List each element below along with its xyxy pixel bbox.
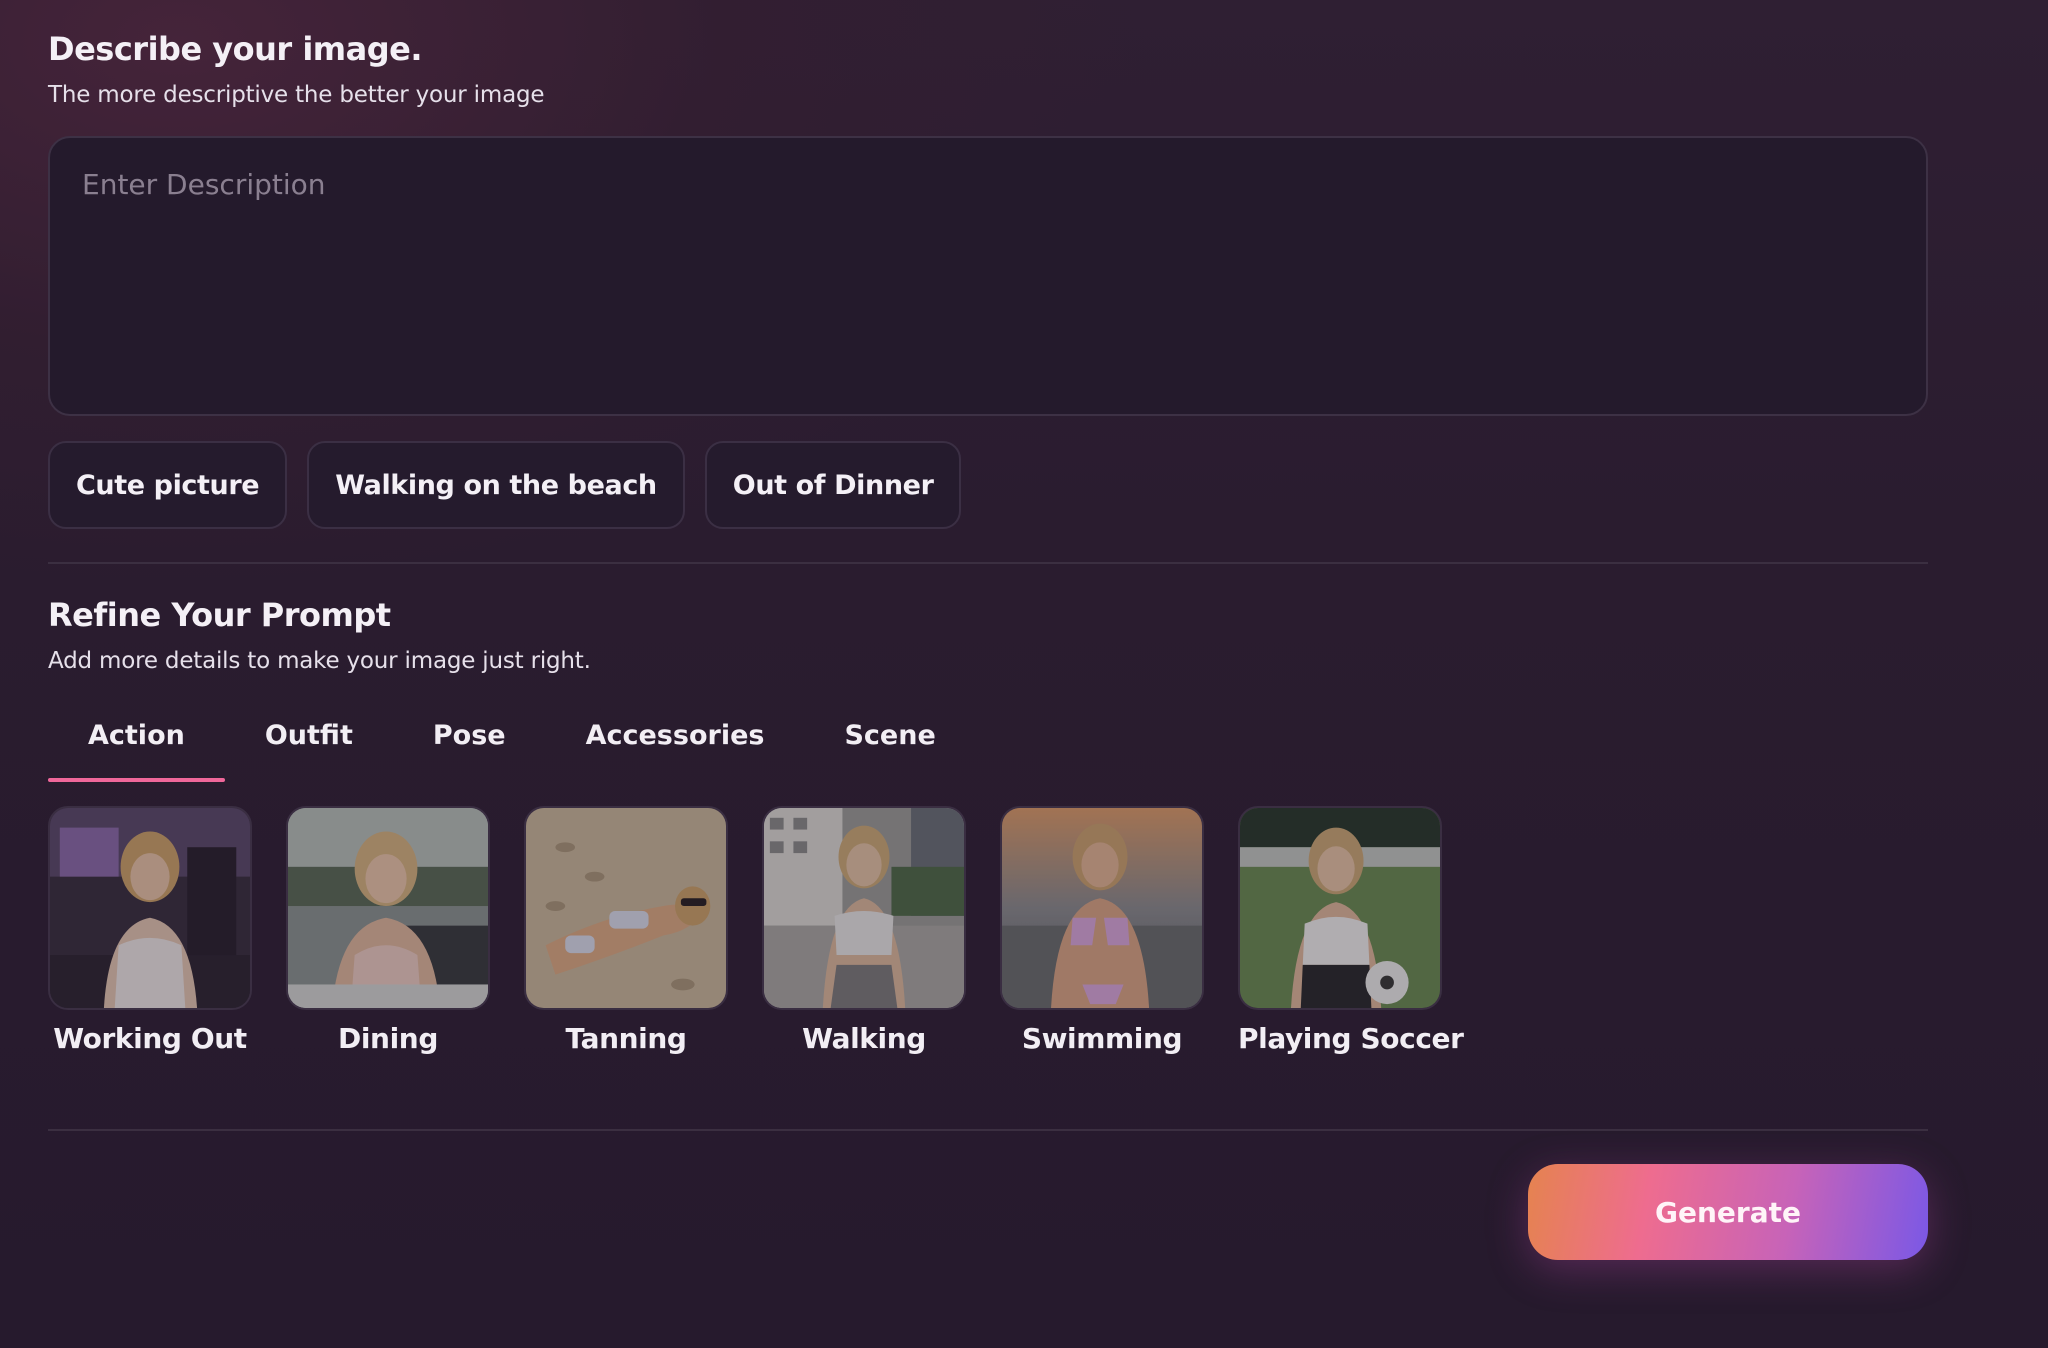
suggestion-chips: Cute picture Walking on the beach Out of… [48,441,962,529]
option-card-tanning[interactable]: Tanning [524,806,728,1055]
describe-subtitle: The more descriptive the better your ima… [48,82,545,108]
tab-scene[interactable]: Scene [804,720,975,782]
sand-beach-photo [524,806,728,1010]
describe-title: Describe your image. [48,30,423,68]
suggestion-chip[interactable]: Cute picture [48,441,288,529]
option-label: Walking [802,1022,926,1055]
option-label: Working Out [53,1022,247,1055]
suggestion-chip[interactable]: Out of Dinner [704,441,962,529]
sunset-sea-photo [1000,806,1204,1010]
restaurant-photo [286,806,490,1010]
option-card-walking[interactable]: Walking [762,806,966,1055]
section-divider [48,562,1928,564]
tab-action[interactable]: Action [48,720,225,782]
tab-outfit[interactable]: Outfit [225,720,393,782]
tab-pose[interactable]: Pose [393,720,546,782]
generate-button[interactable]: Generate [1528,1164,1928,1260]
option-card-working-out[interactable]: Working Out [48,806,252,1055]
refine-title: Refine Your Prompt [48,596,391,634]
option-label: Dining [338,1022,438,1055]
option-card-dining[interactable]: Dining [286,806,490,1055]
section-divider [48,1129,1928,1131]
option-label: Swimming [1021,1022,1183,1055]
option-label: Tanning [565,1022,687,1055]
suggestion-chip[interactable]: Walking on the beach [307,441,685,529]
soccer-field-photo [1238,806,1442,1010]
description-input[interactable] [48,136,1928,416]
refine-subtitle: Add more details to make your image just… [48,648,591,674]
tab-accessories[interactable]: Accessories [546,720,805,782]
refine-tabs: Action Outfit Pose Accessories Scene [48,720,976,782]
action-options: Working Out Dining Tanning Walking Swimm… [48,806,1464,1055]
gym-photo [48,806,252,1010]
option-card-swimming[interactable]: Swimming [1000,806,1204,1055]
option-card-playing-soccer[interactable]: Playing Soccer [1238,806,1464,1055]
option-label: Playing Soccer [1238,1022,1464,1055]
plaza-photo [762,806,966,1010]
